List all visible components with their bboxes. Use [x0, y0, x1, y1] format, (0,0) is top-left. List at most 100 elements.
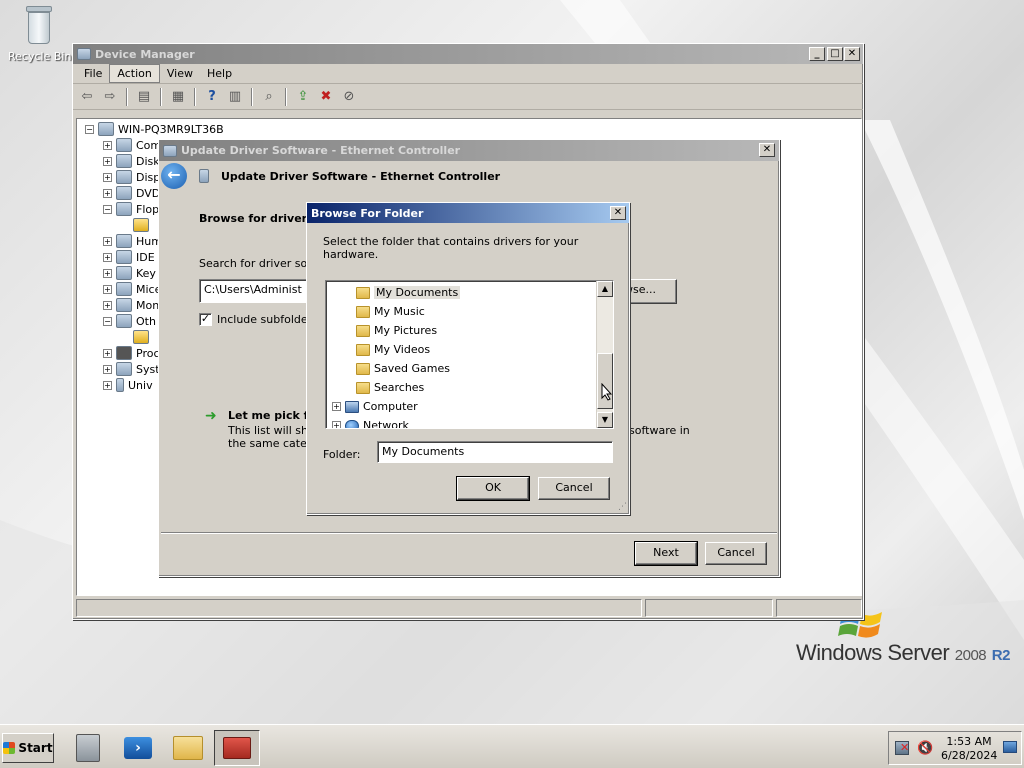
search-label: Search for driver sof	[199, 257, 312, 270]
cancel-button[interactable]: Cancel	[705, 542, 767, 565]
folder-icon	[356, 286, 370, 299]
saved-games-icon	[356, 362, 370, 375]
tree-item[interactable]: − Flop	[103, 201, 159, 217]
next-button[interactable]: Next	[634, 541, 698, 566]
device-manager-icon[interactable]	[214, 730, 260, 766]
device-manager-titlebar[interactable]: Device Manager _ □ ✕	[73, 44, 863, 64]
menu-view[interactable]: View	[160, 65, 200, 82]
network-status-icon[interactable]: ✕	[895, 741, 909, 755]
tree-item[interactable]: + Mice	[103, 281, 161, 297]
scroll-up-icon[interactable]: ▲	[597, 281, 613, 297]
usb-icon	[116, 378, 124, 392]
tree-item[interactable]: + Key	[103, 265, 156, 281]
floppy-icon	[116, 202, 132, 216]
disable-icon[interactable]: ⊘	[339, 87, 359, 107]
folder-tree[interactable]: My Documents My Music My Pictures My Vid…	[325, 280, 614, 429]
tree-item[interactable]: + IDE	[103, 249, 155, 265]
clock[interactable]: 1:53 AM 6/28/2024	[941, 735, 997, 763]
ide-icon	[116, 250, 132, 264]
help-icon[interactable]: ?	[202, 87, 222, 107]
recycle-bin-icon[interactable]: Recycle Bin	[8, 6, 71, 63]
folder-input[interactable]: My Documents	[377, 441, 613, 463]
uninstall-icon[interactable]: ✖	[316, 87, 336, 107]
tree-subitem[interactable]	[133, 217, 153, 233]
tree-item[interactable]: + Proc	[103, 345, 160, 361]
close-button[interactable]: ✕	[610, 206, 626, 220]
music-folder-icon	[356, 305, 370, 318]
menu-help[interactable]: Help	[200, 65, 239, 82]
tree-subitem[interactable]	[133, 329, 153, 345]
close-button[interactable]: ✕	[844, 47, 860, 61]
disk-icon	[116, 154, 132, 168]
include-subfolders-checkbox[interactable]: ✓	[199, 313, 212, 326]
tree-item[interactable]: + Mon	[103, 297, 159, 313]
folder-item-my-documents[interactable]: My Documents	[356, 284, 461, 301]
display-icon	[116, 170, 132, 184]
computer-icon	[345, 400, 359, 413]
ethernet-icon	[163, 144, 177, 157]
browse-instruction: Select the folder that contains drivers …	[323, 235, 579, 261]
expand-icon[interactable]: +	[332, 421, 341, 428]
folder-item-network[interactable]: + Network	[332, 417, 409, 428]
folder-item-my-videos[interactable]: My Videos	[356, 341, 430, 358]
tree-item[interactable]: + DVD	[103, 185, 160, 201]
tree-item[interactable]: + Disk	[103, 153, 160, 169]
show-desktop-icon[interactable]	[1003, 741, 1017, 753]
explorer-icon[interactable]	[168, 730, 208, 766]
maximize-button[interactable]: □	[827, 47, 843, 61]
status-bar	[76, 599, 862, 617]
folder-item-my-pictures[interactable]: My Pictures	[356, 322, 437, 339]
wizard-divider	[161, 532, 777, 534]
show-hide-icon[interactable]: ▤	[134, 87, 154, 107]
tree-item[interactable]: + Univ	[103, 377, 153, 393]
tree-item[interactable]: − Oth	[103, 313, 156, 329]
tree-item[interactable]: + Hum	[103, 233, 162, 249]
pick-driver-link[interactable]: Let me pick fr	[228, 409, 314, 422]
start-button[interactable]: Start	[2, 733, 54, 763]
back-icon[interactable]: ⇦	[77, 87, 97, 107]
tree-item[interactable]: + Syst	[103, 361, 160, 377]
minimize-button[interactable]: _	[809, 47, 825, 61]
trash-icon	[24, 6, 54, 46]
searches-folder-icon	[356, 381, 370, 394]
details-icon[interactable]: ▥	[225, 87, 245, 107]
update-driver-icon[interactable]: ⇪	[293, 87, 313, 107]
warning-device-icon	[133, 218, 149, 232]
menu-action[interactable]: Action	[109, 64, 160, 83]
windows-server-brand: Windows Server 2008 R2	[796, 640, 1010, 665]
back-arrow-icon[interactable]: ←	[161, 163, 187, 189]
window-title: Device Manager	[95, 47, 195, 61]
close-button[interactable]: ✕	[759, 143, 775, 157]
system-tray: ✕ 🔇 1:53 AM 6/28/2024	[888, 731, 1022, 765]
volume-muted-icon[interactable]: 🔇	[917, 741, 933, 756]
ok-button[interactable]: OK	[456, 476, 530, 501]
update-driver-titlebar[interactable]: Update Driver Software - Ethernet Contro…	[159, 140, 779, 161]
keyboard-icon	[116, 266, 132, 280]
tree-root[interactable]: − WIN-PQ3MR9LT36B	[85, 121, 224, 137]
browse-folder-dialog: Browse For Folder ✕ Select the folder th…	[306, 202, 630, 515]
browse-folder-titlebar[interactable]: Browse For Folder ✕	[307, 203, 629, 223]
folder-item-saved-games[interactable]: Saved Games	[356, 360, 450, 377]
folder-item-searches[interactable]: Searches	[356, 379, 424, 396]
pick-driver-desc-end: software in	[629, 424, 690, 437]
server-manager-icon[interactable]	[68, 730, 108, 766]
folder-item-computer[interactable]: + Computer	[332, 398, 418, 415]
menu-file[interactable]: File	[77, 65, 109, 82]
tree-item[interactable]: + Disp	[103, 169, 160, 185]
tree-item[interactable]: + Com	[103, 137, 161, 153]
scan-hardware-icon[interactable]: ⌕	[259, 87, 279, 107]
resize-grip-icon[interactable]: ⋰	[618, 502, 627, 512]
properties-icon[interactable]: ▦	[168, 87, 188, 107]
forward-icon[interactable]: ⇨	[100, 87, 120, 107]
green-arrow-icon: ➜	[205, 408, 217, 424]
hid-icon	[116, 234, 132, 248]
computer-icon	[98, 122, 114, 136]
scroll-down-icon[interactable]: ▼	[597, 412, 613, 428]
folder-tree-scrollbar[interactable]: ▲ ▼	[596, 281, 613, 428]
toolbar: ⇦ ⇨ ▤ ▦ ? ▥ ⌕ ⇪ ✖ ⊘	[73, 84, 863, 110]
cancel-button[interactable]: Cancel	[538, 477, 610, 500]
folder-item-my-music[interactable]: My Music	[356, 303, 425, 320]
powershell-icon[interactable]: ›	[118, 730, 158, 766]
expand-icon[interactable]: +	[332, 402, 341, 411]
other-devices-icon	[116, 314, 132, 328]
